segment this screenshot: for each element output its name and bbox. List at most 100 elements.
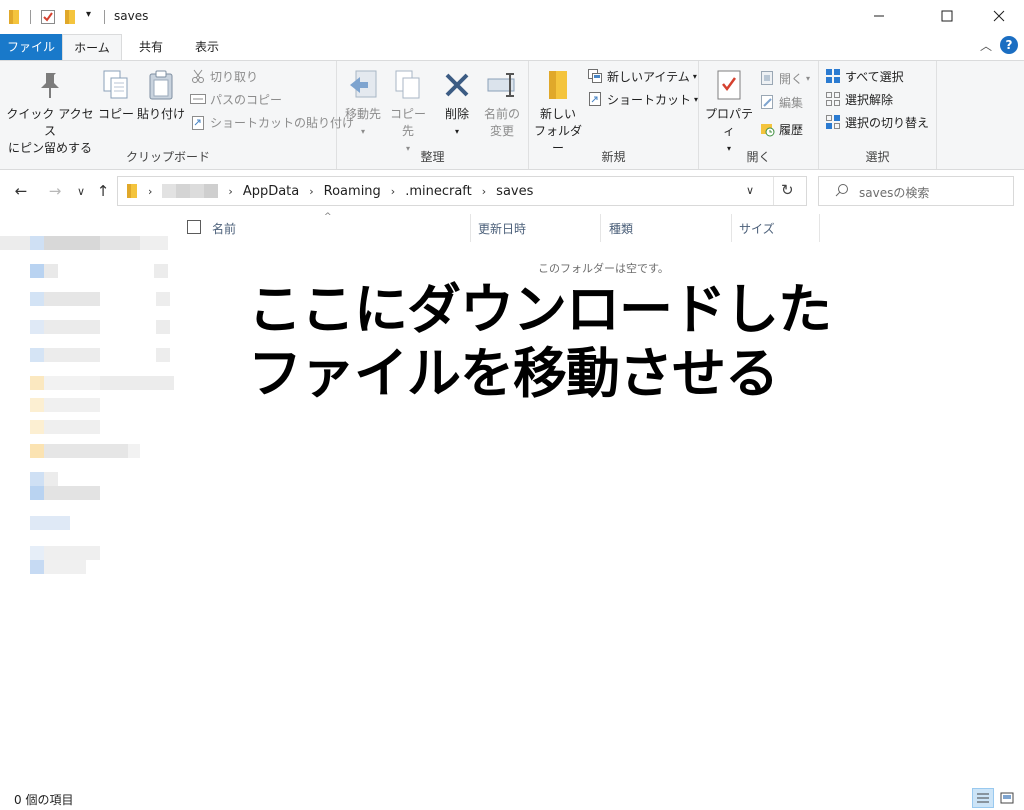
breadcrumb-user-redacted[interactable]: [162, 184, 219, 198]
copy-to-button[interactable]: コピー先 ▾: [385, 67, 431, 157]
tab-home[interactable]: ホーム: [62, 34, 122, 61]
address-dropdown-icon[interactable]: ∨: [746, 184, 754, 197]
properties-label: プロパティ: [704, 107, 753, 138]
recent-locations-button[interactable]: ∨: [70, 180, 92, 202]
column-divider[interactable]: [600, 214, 601, 242]
nav-pane-item[interactable]: [0, 486, 100, 500]
invert-selection-button[interactable]: 選択の切り替え: [825, 111, 929, 133]
large-icons-view-icon: [1000, 792, 1014, 804]
select-group: すべて選択 選択解除 選択の切り替え 選択: [819, 61, 937, 169]
pin-icon: [32, 67, 68, 103]
new-item-icon: [587, 68, 603, 84]
large-icons-view-button[interactable]: [996, 788, 1018, 808]
nav-pane-item[interactable]: [0, 398, 100, 412]
search-icon: [835, 183, 849, 200]
organize-group-label: 整理: [420, 150, 445, 164]
nav-pane-item[interactable]: [0, 264, 168, 278]
help-icon[interactable]: ?: [1000, 36, 1018, 54]
empty-folder-message: このフォルダーは空です。: [538, 262, 669, 275]
maximize-icon: [941, 10, 953, 22]
new-item-button[interactable]: 新しいアイテム ▾: [587, 65, 697, 87]
search-box[interactable]: savesの検索: [818, 176, 1014, 206]
minimize-button[interactable]: [856, 0, 902, 32]
nav-pane-item[interactable]: [0, 516, 70, 530]
back-button[interactable]: ←: [10, 180, 32, 202]
column-divider[interactable]: [470, 214, 471, 242]
select-none-button[interactable]: 選択解除: [825, 88, 893, 110]
forward-button[interactable]: →: [44, 180, 66, 202]
select-none-icon: [825, 91, 841, 107]
copy-button[interactable]: コピー: [96, 67, 136, 123]
title-separator: [104, 10, 105, 24]
move-to-button[interactable]: 移動先 ▾: [341, 67, 385, 140]
invert-selection-icon: [825, 114, 841, 130]
delete-button[interactable]: 削除 ▾: [437, 67, 477, 140]
pin-quick-access-button[interactable]: クイック アクセス にピン留めする: [6, 67, 94, 157]
tab-file[interactable]: ファイル: [0, 34, 62, 61]
search-input[interactable]: savesの検索: [859, 184, 929, 201]
nav-pane-item[interactable]: [0, 376, 174, 390]
refresh-icon[interactable]: ↻: [781, 181, 794, 199]
nav-pane-item[interactable]: [0, 292, 170, 306]
qa-customize-button[interactable]: ▾: [86, 9, 91, 20]
copy-path-button[interactable]: パスのコピー: [190, 88, 282, 110]
qa-separator: [30, 10, 31, 24]
breadcrumb-separator-icon: ›: [148, 184, 153, 198]
properties-button[interactable]: プロパティ ▾: [701, 67, 757, 157]
new-folder-button[interactable]: 新しい フォルダー: [531, 67, 585, 157]
column-divider[interactable]: [731, 214, 732, 242]
instruction-line-1: ここにダウンロードした: [248, 278, 832, 341]
nav-pane-item[interactable]: [0, 472, 58, 486]
status-bar: 0 個の項目: [0, 786, 1024, 810]
edit-button[interactable]: 編集: [759, 91, 803, 113]
nav-pane-item[interactable]: [0, 546, 100, 560]
ribbon: クイック アクセス にピン留めする コピー 貼り付け 切り取り パスのコピー シ…: [0, 60, 1024, 170]
new-item-label: 新しいアイテム: [607, 69, 690, 84]
close-button[interactable]: [976, 0, 1022, 32]
chevron-down-icon: ∨: [76, 184, 86, 198]
easy-access-button[interactable]: ショートカット ▾: [587, 88, 698, 110]
breadcrumb-separator-icon: ›: [390, 184, 396, 198]
rename-button[interactable]: 名前の 変更: [479, 67, 525, 140]
delete-icon: [439, 67, 475, 103]
address-bar[interactable]: › › AppData › Roaming › .minecraft › sav…: [117, 176, 807, 206]
column-size[interactable]: サイズ: [739, 220, 775, 237]
properties-qa-icon[interactable]: [40, 9, 56, 25]
nav-pane-item[interactable]: [0, 320, 170, 334]
breadcrumb-minecraft[interactable]: .minecraft: [405, 184, 472, 199]
tab-share[interactable]: 共有: [124, 34, 178, 61]
maximize-button[interactable]: [924, 0, 970, 32]
column-divider[interactable]: [819, 214, 820, 242]
tab-view[interactable]: 表示: [178, 34, 236, 61]
paste-shortcut-button[interactable]: ショートカットの貼り付け: [190, 111, 354, 133]
nav-pane-item[interactable]: [0, 560, 86, 574]
column-modified[interactable]: 更新日時: [478, 220, 526, 237]
select-none-label: 選択解除: [845, 92, 894, 107]
nav-pane-item[interactable]: [0, 420, 100, 434]
clipboard-group-label: クリップボード: [125, 150, 210, 164]
nav-pane-item[interactable]: [0, 348, 170, 362]
paste-button[interactable]: 貼り付け: [136, 67, 186, 123]
open-group-label: 開く: [746, 150, 771, 164]
collapse-ribbon-icon[interactable]: ︿: [980, 37, 992, 54]
item-count: 0 個の項目: [14, 793, 74, 807]
up-button[interactable]: ↑: [92, 180, 114, 202]
breadcrumb-appdata[interactable]: AppData: [243, 184, 299, 199]
column-type[interactable]: 種類: [609, 220, 633, 237]
breadcrumb-saves[interactable]: saves: [496, 184, 533, 199]
select-all-button[interactable]: すべて選択: [825, 65, 904, 87]
breadcrumb-separator-icon: ›: [481, 184, 487, 198]
breadcrumb-roaming[interactable]: Roaming: [324, 184, 381, 199]
breadcrumb-separator-icon: ›: [228, 184, 233, 198]
nav-pane-item[interactable]: [0, 444, 140, 458]
details-view-button[interactable]: [972, 788, 994, 808]
history-button[interactable]: 履歴: [759, 118, 803, 140]
column-name[interactable]: 名前: [212, 220, 236, 237]
breadcrumb-separator-icon: ›: [309, 184, 314, 198]
nav-pane-item[interactable]: [0, 236, 168, 250]
new-folder-qa-icon[interactable]: [64, 9, 78, 25]
select-all-checkbox[interactable]: [187, 220, 201, 234]
easy-access-label: ショートカット: [607, 92, 692, 107]
cut-button[interactable]: 切り取り: [190, 65, 258, 87]
open-button[interactable]: 開く ▾: [759, 67, 810, 89]
